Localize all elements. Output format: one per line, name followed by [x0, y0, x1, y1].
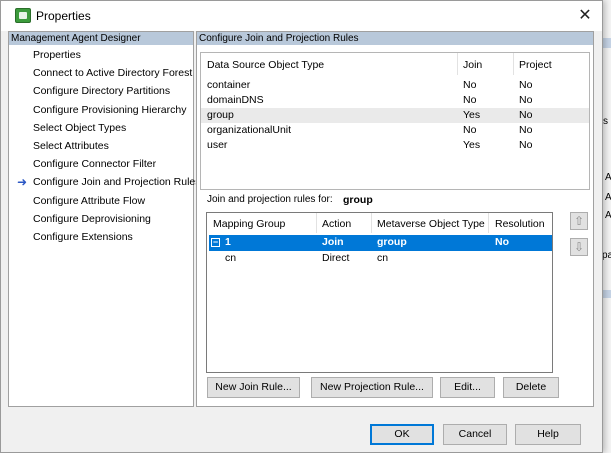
nav-item-properties[interactable]: Properties: [9, 46, 193, 64]
rule-row-selected[interactable]: − 1 Join group No: [209, 235, 552, 251]
app-icon: [15, 8, 31, 23]
project-cell: No: [519, 79, 533, 91]
nav-item-attributes[interactable]: Select Attributes: [9, 137, 193, 155]
designer-nav-list: Properties Connect to Active Directory F…: [9, 46, 201, 246]
rules-for-value: group: [343, 194, 373, 206]
nav-item-connect-ad-forest[interactable]: Connect to Active Directory Forest: [9, 64, 193, 82]
column-header-project[interactable]: Project: [519, 59, 552, 71]
ok-button[interactable]: OK: [370, 424, 434, 445]
nav-item-join-projection-rules[interactable]: ➜ Configure Join and Projection Rules: [9, 173, 201, 191]
nav-item-attribute-flow[interactable]: Configure Attribute Flow: [9, 192, 193, 210]
edit-button[interactable]: Edit...: [440, 377, 495, 398]
delete-button[interactable]: Delete: [503, 377, 559, 398]
column-header-action[interactable]: Action: [322, 218, 351, 230]
selected-arrow-icon: ➜: [17, 175, 28, 190]
mapping-group-cell: cn: [225, 252, 237, 264]
nav-item-deprovisioning[interactable]: Configure Deprovisioning: [9, 210, 193, 228]
close-button[interactable]: ✕: [571, 5, 599, 27]
data-source-object-type-table: Data Source Object Type Join Project con…: [200, 52, 590, 190]
column-divider: [316, 213, 317, 233]
join-cell: Yes: [463, 109, 481, 121]
metaverse-type-cell: cn: [377, 252, 389, 264]
move-up-button[interactable]: ⇧: [570, 212, 588, 230]
mapping-group-cell: 1: [225, 236, 231, 248]
column-divider: [371, 213, 372, 233]
nav-item-object-types[interactable]: Select Object Types: [9, 119, 193, 137]
mapping-rules-table: Mapping Group Action Metaverse Object Ty…: [206, 212, 553, 373]
properties-dialog: Properties ✕ Management Agent Designer P…: [0, 0, 603, 453]
right-panel-header: Configure Join and Projection Rules: [197, 32, 593, 45]
action-cell: Join: [322, 236, 344, 248]
table-row[interactable]: domainDNS No No: [201, 93, 589, 108]
nav-item-connector-filter[interactable]: Configure Connector Filter: [9, 155, 193, 173]
background-toolbar-strip-lower: [603, 290, 611, 298]
join-projection-panel: Configure Join and Projection Rules Data…: [196, 31, 594, 407]
project-cell: No: [519, 109, 533, 121]
column-header-object-type[interactable]: Data Source Object Type: [207, 59, 324, 71]
join-cell: No: [463, 124, 477, 136]
project-cell: No: [519, 94, 533, 106]
project-cell: No: [519, 139, 533, 151]
join-cell: No: [463, 94, 477, 106]
title-bar: Properties ✕: [1, 1, 602, 31]
nav-item-provisioning-hierarchy[interactable]: Configure Provisioning Hierarchy: [9, 101, 193, 119]
cancel-button[interactable]: Cancel: [443, 424, 507, 445]
move-down-button[interactable]: ⇩: [570, 238, 588, 256]
collapse-icon[interactable]: −: [211, 238, 220, 247]
object-type-cell: organizationalUnit: [207, 124, 292, 136]
object-type-cell: container: [207, 79, 251, 91]
nav-item-directory-partitions[interactable]: Configure Directory Partitions: [9, 82, 193, 100]
metaverse-type-cell: group: [377, 236, 407, 248]
nav-item-label: Configure Join and Projection Rules: [33, 176, 201, 189]
management-agent-designer-panel: Management Agent Designer Properties Con…: [8, 31, 201, 407]
help-button[interactable]: Help: [515, 424, 581, 445]
column-header-join[interactable]: Join: [463, 59, 482, 71]
nav-item-extensions[interactable]: Configure Extensions: [9, 228, 193, 246]
join-cell: Yes: [463, 139, 481, 151]
column-divider: [457, 53, 458, 75]
column-header-mapping-group[interactable]: Mapping Group: [213, 218, 285, 230]
dialog-title: Properties: [36, 9, 91, 23]
table-row-selected[interactable]: group Yes No: [201, 108, 589, 123]
background-text-fragment: pa: [602, 250, 611, 261]
new-join-rule-button[interactable]: New Join Rule...: [207, 377, 300, 398]
column-divider: [513, 53, 514, 75]
background-toolbar-strip: [603, 38, 611, 48]
column-header-metaverse-type[interactable]: Metaverse Object Type: [377, 218, 485, 230]
join-cell: No: [463, 79, 477, 91]
object-type-cell: user: [207, 139, 228, 151]
resolution-cell: No: [495, 236, 509, 248]
new-projection-rule-button[interactable]: New Projection Rule...: [311, 377, 433, 398]
table-row[interactable]: organizationalUnit No No: [201, 123, 589, 138]
table-row[interactable]: user Yes No: [201, 138, 589, 153]
left-panel-header: Management Agent Designer: [9, 32, 193, 45]
rules-for-label: Join and projection rules for:: [207, 194, 333, 205]
column-divider: [488, 213, 489, 233]
column-header-resolution[interactable]: Resolution: [495, 218, 545, 230]
object-type-cell: domainDNS: [207, 94, 264, 106]
rule-row[interactable]: cn Direct cn: [209, 251, 552, 267]
action-cell: Direct: [322, 252, 350, 264]
project-cell: No: [519, 124, 533, 136]
background-text-fragment: s: [603, 116, 608, 127]
object-type-cell: group: [207, 109, 234, 121]
table-row[interactable]: container No No: [201, 78, 589, 93]
